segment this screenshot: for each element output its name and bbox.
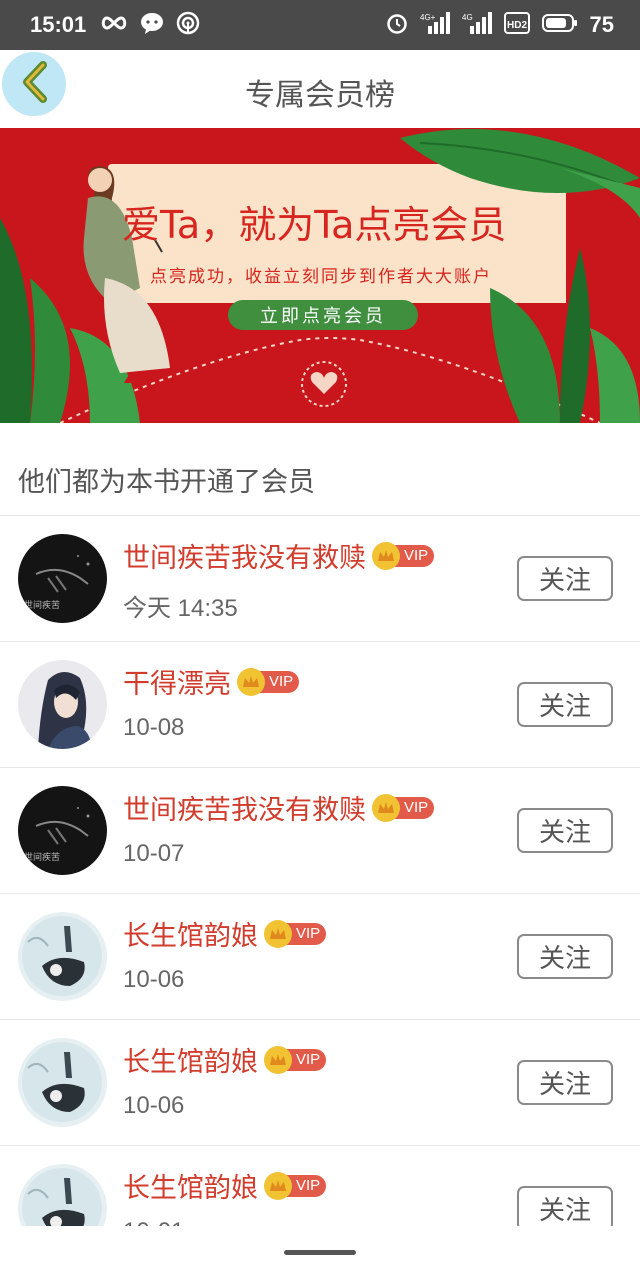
member-date: 10-08 [123, 714, 185, 741]
crown-icon [237, 667, 265, 696]
follow-button[interactable]: 关注 [517, 1186, 613, 1226]
battery-icon [541, 13, 578, 37]
svg-text:HD2: HD2 [507, 20, 527, 31]
member-name[interactable]: 干得漂亮 [123, 662, 231, 701]
follow-button[interactable]: 关注 [517, 1060, 613, 1105]
vip-badge: VIP [372, 793, 435, 822]
list-item[interactable]: 长生馆韵娘 VIP 10-01 关注 [0, 1146, 640, 1226]
chat-bubble-icon [140, 12, 164, 38]
promo-banner[interactable]: 爱Ta，就为Ta点亮会员 点亮成功，收益立刻同步到作者大大账户 立即点亮会员 [0, 128, 640, 423]
banner-headline: 爱Ta，就为Ta点亮会员 [122, 203, 507, 247]
vip-label: VIP [296, 1051, 321, 1068]
signal-4g-icon: 4G [462, 12, 492, 38]
vip-label: VIP [269, 673, 294, 690]
avatar[interactable]: 世间疾苦 [18, 534, 107, 623]
follow-button[interactable]: 关注 [517, 682, 613, 727]
status-time: 15:01 [30, 12, 87, 37]
list-item[interactable]: 世间疾苦 世间疾苦我没有救赎 VIP 今天 14:35 关注 [0, 516, 640, 642]
avatar[interactable] [18, 1038, 107, 1127]
list-item[interactable]: 世间疾苦 世间疾苦我没有救赎 VIP 10-07 关注 [0, 768, 640, 894]
follow-button[interactable]: 关注 [517, 556, 613, 601]
member-date: 10-07 [123, 840, 185, 867]
svg-text:4G+: 4G+ [420, 13, 436, 22]
vip-label: VIP [296, 925, 321, 942]
list-item[interactable]: 长生馆韵娘 VIP 10-06 关注 [0, 894, 640, 1020]
title-bar: 专属会员榜 [0, 50, 640, 128]
vip-label: VIP [296, 1177, 321, 1194]
follow-button[interactable]: 关注 [517, 934, 613, 979]
section-title: 他们都为本书开通了会员 [18, 467, 315, 498]
avatar[interactable] [18, 912, 107, 1001]
member-name[interactable]: 长生馆韵娘 [123, 914, 258, 953]
infinity-icon [100, 15, 128, 35]
member-date: 10-06 [123, 1092, 185, 1119]
list-item[interactable]: 干得漂亮 VIP 10-08 关注 [0, 642, 640, 768]
avatar[interactable] [18, 660, 107, 749]
vip-badge: VIP [237, 667, 300, 696]
activate-membership-button[interactable]: 立即点亮会员 [228, 300, 418, 330]
member-name[interactable]: 世间疾苦我没有救赎 [123, 788, 366, 827]
crown-icon [264, 1045, 292, 1074]
member-date: 10-06 [123, 966, 185, 993]
hd-voice-icon: HD2 [503, 12, 530, 38]
crown-icon [264, 1171, 292, 1200]
member-date: 今天 14:35 [123, 595, 238, 622]
member-date: 10-01 [123, 1218, 184, 1226]
page-title: 专属会员榜 [245, 78, 395, 113]
svg-text:4G: 4G [462, 13, 473, 22]
banner-subtitle: 点亮成功，收益立刻同步到作者大大账户 [150, 267, 492, 287]
signal-4g-plus-icon: 4G+ [420, 12, 450, 38]
status-bar: 15:01 4G+ 4G HD2 75 [0, 0, 640, 50]
crown-icon [372, 793, 400, 822]
avatar[interactable]: 世间疾苦 [18, 786, 107, 875]
member-name[interactable]: 长生馆韵娘 [123, 1166, 258, 1205]
crown-icon [372, 541, 400, 570]
vip-label: VIP [404, 547, 429, 564]
svg-text:世间疾苦: 世间疾苦 [24, 851, 60, 863]
crown-icon [264, 919, 292, 948]
member-name[interactable]: 世间疾苦我没有救赎 [123, 536, 366, 575]
battery-percent: 75 [589, 12, 614, 37]
avatar[interactable] [18, 1164, 107, 1226]
follow-button[interactable]: 关注 [517, 808, 613, 853]
member-name[interactable]: 长生馆韵娘 [123, 1040, 258, 1079]
member-list[interactable]: 世间疾苦 世间疾苦我没有救赎 VIP 今天 14:35 关注 干得漂亮 VIP … [0, 516, 640, 1226]
alarm-icon [386, 12, 408, 38]
vip-badge: VIP [264, 1045, 327, 1074]
vip-badge: VIP [372, 541, 435, 570]
home-indicator[interactable] [284, 1250, 356, 1255]
hotspot-icon [176, 11, 200, 39]
vip-label: VIP [404, 799, 429, 816]
vip-badge: VIP [264, 1171, 327, 1200]
svg-text:世间疾苦: 世间疾苦 [24, 599, 60, 611]
vip-badge: VIP [264, 919, 327, 948]
list-item[interactable]: 长生馆韵娘 VIP 10-06 关注 [0, 1020, 640, 1146]
